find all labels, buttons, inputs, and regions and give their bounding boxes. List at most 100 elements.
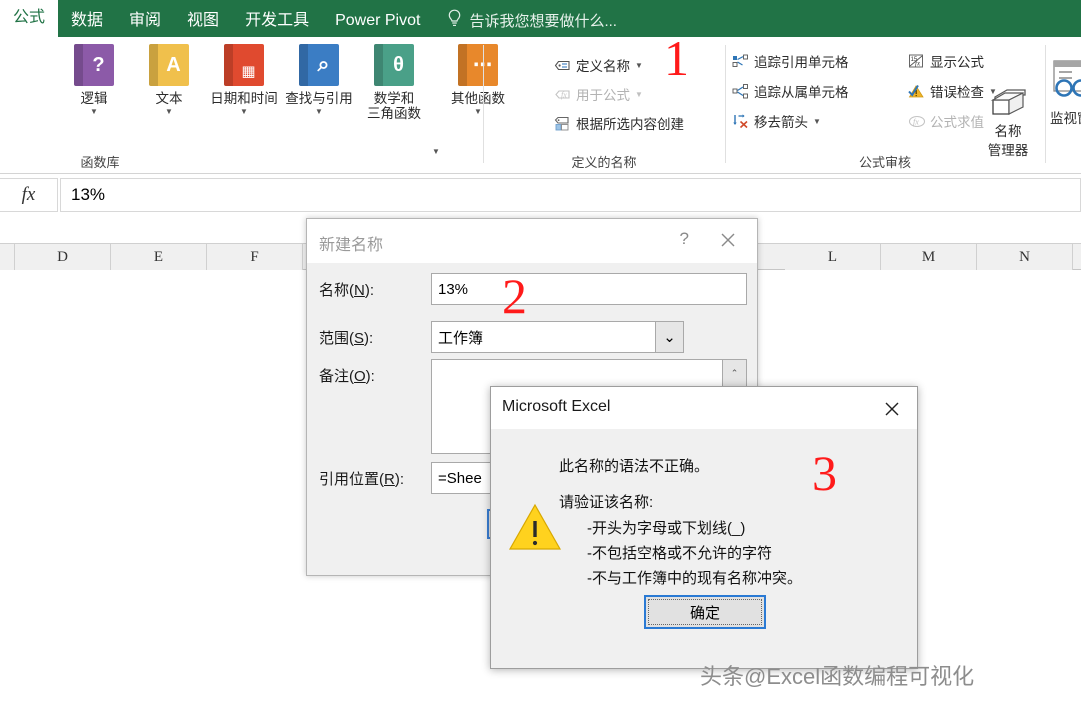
close-icon[interactable]	[879, 396, 905, 422]
scope-select[interactable]: 工作簿 ⌄	[431, 321, 684, 353]
select-all-corner[interactable]	[0, 244, 15, 270]
question-mark-icon[interactable]: ?	[680, 229, 689, 249]
ribbon-tab-bar: 公式 数据 审阅 视图 开发工具 Power Pivot 告诉我您想要做什么..…	[0, 0, 1081, 37]
chevron-down-icon[interactable]: ▼	[989, 87, 997, 96]
refers-to-field-label: 引用位置(R):	[319, 471, 405, 488]
name-input[interactable]: 13%	[431, 273, 747, 305]
ribbon-button-define-name[interactable]: 定义名称 ▼	[554, 55, 643, 75]
chevron-down-icon[interactable]: ▼	[206, 107, 282, 117]
trace-precedents-label: 追踪引用单元格	[754, 55, 849, 70]
tab-formulas[interactable]: 公式	[0, 0, 59, 37]
error-bullet-2: -不包括空格或不允许的字符	[587, 545, 772, 562]
tab-power-pivot[interactable]: Power Pivot	[322, 4, 433, 37]
watch-window-label: 监视窗口	[1050, 111, 1081, 126]
column-header-f[interactable]: F	[207, 244, 303, 270]
error-bullet-3: -不与工作簿中的现有名称冲突。	[587, 570, 802, 587]
text-book-icon: A	[147, 44, 191, 88]
tab-developer[interactable]: 开发工具	[232, 4, 322, 37]
evaluate-formula-icon: fx	[908, 113, 926, 130]
ribbon-button-use-in-formula[interactable]: fx 用于公式 ▼	[554, 84, 643, 104]
ribbon-button-show-formulas[interactable]: 15 fx 显示公式	[908, 51, 984, 71]
svg-text:fx: fx	[913, 117, 919, 126]
ribbon-button-error-checking[interactable]: 错误检查 ▼	[908, 81, 997, 101]
scroll-up-arrow-icon[interactable]: ⌃	[722, 360, 746, 386]
annotation-number-2: 2	[502, 268, 527, 324]
scope-field-label: 范围(S):	[319, 330, 374, 347]
tell-me-search-box[interactable]: 告诉我您想要做什么...	[447, 4, 617, 37]
watch-window-icon	[1050, 57, 1081, 106]
annotation-number-1: 1	[664, 30, 689, 86]
use-in-formula-icon: fx	[554, 86, 571, 103]
formula-input[interactable]: 13%	[60, 178, 1081, 212]
comment-field-label: 备注(O):	[319, 368, 375, 385]
remove-arrows-label: 移去箭头	[754, 115, 808, 130]
refers-to-value: =Shee	[438, 469, 482, 487]
ribbon-content: ? 逻辑 ▼ A 文本 ▼ ▦ 日期和时间 ▼ ⌕ 查找与引用 ▼ θ 数学和 …	[0, 37, 1081, 174]
formula-value: 13%	[71, 185, 106, 204]
column-header-m[interactable]: M	[881, 244, 977, 270]
chevron-down-icon[interactable]: ▼	[281, 107, 357, 117]
trace-precedents-icon	[732, 53, 749, 70]
chevron-down-icon[interactable]: ▼	[131, 107, 207, 117]
ribbon-button-evaluate-formula[interactable]: fx 公式求值	[908, 111, 984, 131]
column-header-l[interactable]: L	[785, 244, 881, 270]
error-verify-heading: 请验证该名称:	[559, 494, 654, 511]
date-time-book-icon: ▦	[222, 44, 266, 88]
column-header-e[interactable]: E	[111, 244, 207, 270]
group-label-defined-names: 定义的名称	[571, 155, 637, 170]
chevron-down-icon[interactable]: ▼	[813, 117, 821, 126]
ribbon-button-watch-window[interactable]: 监视窗口	[1050, 57, 1081, 127]
evaluate-formula-label: 公式求值	[930, 115, 984, 130]
ribbon-button-logical[interactable]: ? 逻辑 ▼	[56, 43, 132, 117]
create-from-selection-label: 根据所选内容创建	[576, 117, 684, 132]
column-header-d[interactable]: D	[15, 244, 111, 270]
error-message: 此名称的语法不正确。	[559, 458, 710, 475]
ribbon-button-trace-dependents[interactable]: 追踪从属单元格	[732, 81, 849, 101]
lightbulb-icon	[447, 9, 462, 32]
chevron-down-icon[interactable]: ▼	[635, 61, 643, 70]
ribbon-button-lookup-reference[interactable]: ⌕ 查找与引用 ▼	[281, 43, 357, 117]
logical-book-icon: ?	[72, 44, 116, 88]
chevron-down-icon[interactable]: ⌄	[655, 322, 683, 352]
ribbon-button-math-trig[interactable]: θ 数学和 三角函数	[356, 43, 432, 121]
formula-bar: fx 13%	[0, 174, 1081, 217]
watermark-text: 头条@Excel函数编程可视化	[700, 664, 975, 689]
lookup-book-icon: ⌕	[297, 44, 341, 88]
chevron-down-icon[interactable]: ▼	[56, 107, 132, 117]
name-input-value: 13%	[438, 280, 469, 298]
insert-function-button[interactable]: fx	[0, 178, 58, 212]
define-name-icon	[554, 57, 571, 74]
group-function-library: ? 逻辑 ▼ A 文本 ▼ ▦ 日期和时间 ▼ ⌕ 查找与引用 ▼ θ 数学和 …	[0, 37, 505, 174]
chevron-down-icon[interactable]: ▼	[635, 90, 643, 99]
create-from-selection-icon	[554, 115, 571, 132]
ribbon-button-text[interactable]: A 文本 ▼	[131, 43, 207, 117]
show-formulas-label: 显示公式	[930, 55, 984, 70]
tell-me-placeholder: 告诉我您想要做什么...	[469, 13, 617, 30]
ribbon-button-trace-precedents[interactable]: 追踪引用单元格	[732, 51, 849, 71]
ribbon-button-remove-arrows[interactable]: 移去箭头 ▼	[732, 111, 821, 131]
show-formulas-icon: 15 fx	[908, 53, 925, 70]
error-dialog-title: Microsoft Excel	[502, 398, 611, 415]
fx-icon: fx	[21, 184, 36, 205]
use-in-formula-label: 用于公式	[576, 88, 630, 103]
remove-arrows-icon	[732, 113, 749, 130]
group-formula-auditing: 追踪引用单元格 追踪从属单元格 移去箭头 ▼ 15 fx 显示公式 错误检查 ▼…	[726, 37, 1044, 174]
ribbon-button-date-time[interactable]: ▦ 日期和时间 ▼	[206, 43, 282, 117]
ribbon-button-create-from-selection[interactable]: 根据所选内容创建	[554, 113, 684, 133]
error-checking-icon	[908, 83, 925, 100]
group-label-formula-auditing: 公式审核	[858, 155, 911, 170]
tab-review[interactable]: 审阅	[116, 4, 174, 37]
error-bullet-1: -开头为字母或下划线(_)	[587, 520, 746, 537]
column-header-n[interactable]: N	[977, 244, 1073, 270]
group-label-function-library: 函数库	[80, 155, 120, 170]
svg-text:fx: fx	[561, 90, 567, 99]
close-icon[interactable]	[715, 227, 741, 253]
error-ok-button[interactable]: 确定	[644, 595, 766, 629]
tab-view[interactable]: 视图	[174, 4, 232, 37]
tab-data[interactable]: 数据	[58, 4, 116, 37]
name-field-label: 名称(N):	[319, 282, 375, 299]
focus-outline	[648, 599, 762, 625]
define-name-label: 定义名称	[576, 59, 630, 74]
chevron-down-icon[interactable]: ▼	[432, 147, 440, 156]
trace-dependents-icon	[732, 83, 749, 100]
